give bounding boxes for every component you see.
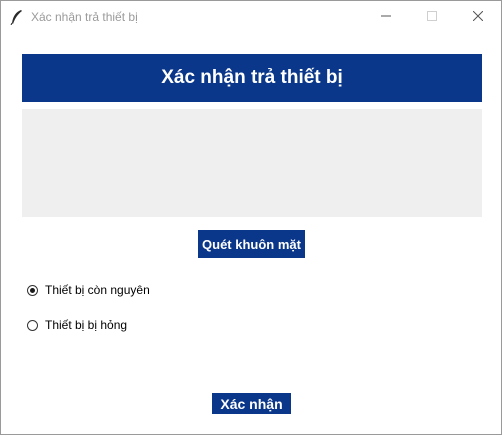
radio-label: Thiết bị còn nguyên (45, 283, 150, 297)
scan-face-button[interactable]: Quét khuôn mặt (198, 230, 305, 258)
confirm-button[interactable]: Xác nhận (212, 393, 291, 414)
page-header: Xác nhận trả thiết bị (22, 54, 482, 102)
maximize-button[interactable] (409, 1, 455, 33)
radio-button[interactable] (27, 319, 38, 331)
radio-option-intact[interactable]: Thiết bị còn nguyên (27, 283, 150, 297)
radio-button-selected[interactable] (27, 284, 38, 296)
minimize-button[interactable] (363, 1, 409, 33)
radio-option-damaged[interactable]: Thiết bị bị hỏng (27, 318, 127, 332)
close-button[interactable] (455, 1, 501, 33)
window-title: Xác nhận trả thiết bị (31, 10, 138, 24)
minimize-icon (381, 8, 391, 26)
radio-label: Thiết bị bị hỏng (45, 318, 128, 332)
camera-preview (22, 109, 482, 217)
close-icon (472, 8, 484, 26)
app-window: Xác nhận trả thiết bị Xác nhận trả thiết… (0, 0, 502, 435)
page-title: Xác nhận trả thiết bị (161, 67, 343, 88)
feather-icon (10, 9, 24, 26)
maximize-icon (427, 8, 437, 26)
title-bar[interactable]: Xác nhận trả thiết bị (1, 1, 501, 33)
